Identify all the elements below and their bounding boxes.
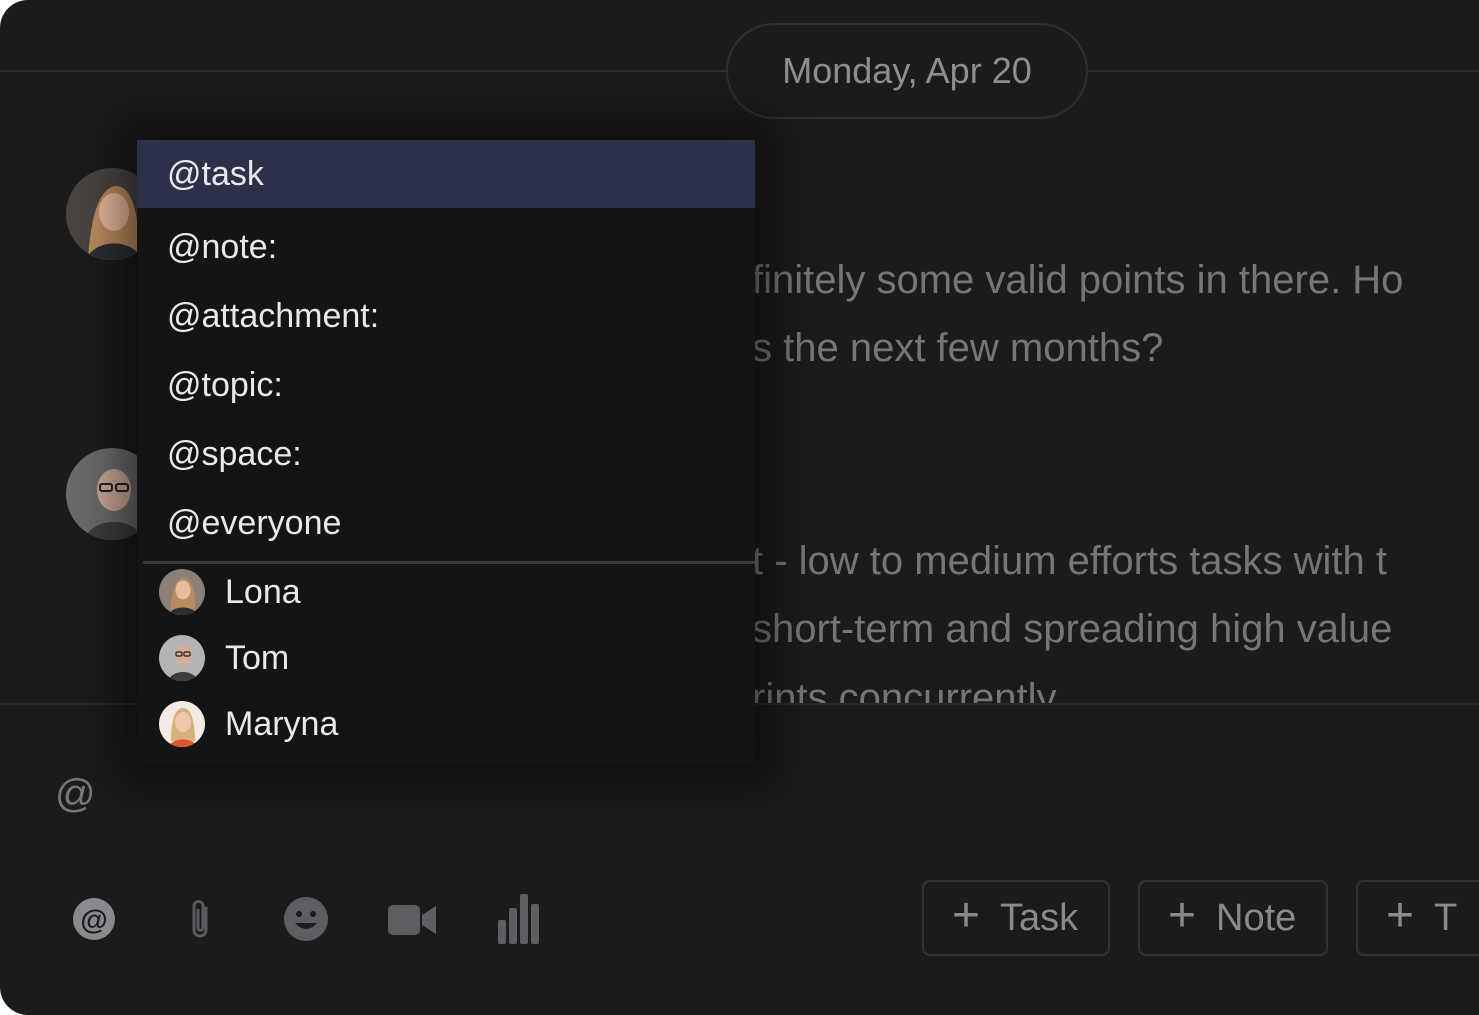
chat-window: Monday, Apr 20 finitely some valid point… bbox=[0, 0, 1479, 1015]
mention-option-note[interactable]: @note: bbox=[137, 213, 755, 281]
mention-option-space[interactable]: @space: bbox=[137, 420, 755, 488]
mention-person-tom[interactable]: Tom bbox=[159, 633, 289, 683]
message-line: short-term and spreading high value bbox=[752, 607, 1393, 651]
mention-option-topic[interactable]: @topic: bbox=[137, 351, 755, 419]
message-input[interactable]: @ bbox=[55, 772, 96, 817]
message-line: finitely some valid points in there. Ho bbox=[752, 258, 1404, 302]
avatar bbox=[159, 569, 205, 615]
add-topic-label: T bbox=[1434, 896, 1458, 939]
mention-menu: @task @note: @attachment: @topic: @space… bbox=[137, 140, 755, 766]
video-icon[interactable] bbox=[388, 894, 438, 946]
message-line: rints concurrently bbox=[752, 676, 1057, 704]
add-topic-button[interactable]: + T bbox=[1356, 880, 1479, 956]
add-note-button[interactable]: + Note bbox=[1138, 880, 1328, 956]
person-name: Tom bbox=[225, 638, 290, 677]
paperclip-icon[interactable] bbox=[176, 894, 226, 946]
mention-option-everyone[interactable]: @everyone bbox=[137, 489, 755, 557]
avatar bbox=[159, 701, 205, 747]
add-task-button[interactable]: + Task bbox=[922, 880, 1110, 956]
person-name: Maryna bbox=[225, 704, 339, 743]
avatar bbox=[159, 635, 205, 681]
plus-icon: + bbox=[1386, 889, 1415, 942]
plus-icon: + bbox=[1168, 889, 1197, 942]
plus-icon: + bbox=[952, 889, 981, 942]
message-line: t - low to medium efforts tasks with t bbox=[752, 539, 1388, 583]
message-line: s the next few months? bbox=[752, 326, 1164, 370]
emoji-icon[interactable] bbox=[282, 894, 332, 946]
svg-text:@: @ bbox=[80, 904, 107, 935]
add-note-label: Note bbox=[1216, 896, 1297, 939]
menu-divider bbox=[143, 561, 755, 564]
mention-option-task[interactable]: @task bbox=[137, 140, 755, 208]
person-name: Lona bbox=[225, 572, 301, 611]
mention-icon[interactable]: @ bbox=[70, 894, 120, 946]
add-task-label: Task bbox=[1000, 896, 1079, 939]
mention-person-maryna[interactable]: Maryna bbox=[159, 699, 338, 749]
date-divider-label: Monday, Apr 20 bbox=[726, 23, 1088, 119]
mention-person-lona[interactable]: Lona bbox=[159, 567, 301, 617]
mention-option-attachment[interactable]: @attachment: bbox=[137, 282, 755, 350]
chart-icon[interactable] bbox=[496, 894, 546, 946]
